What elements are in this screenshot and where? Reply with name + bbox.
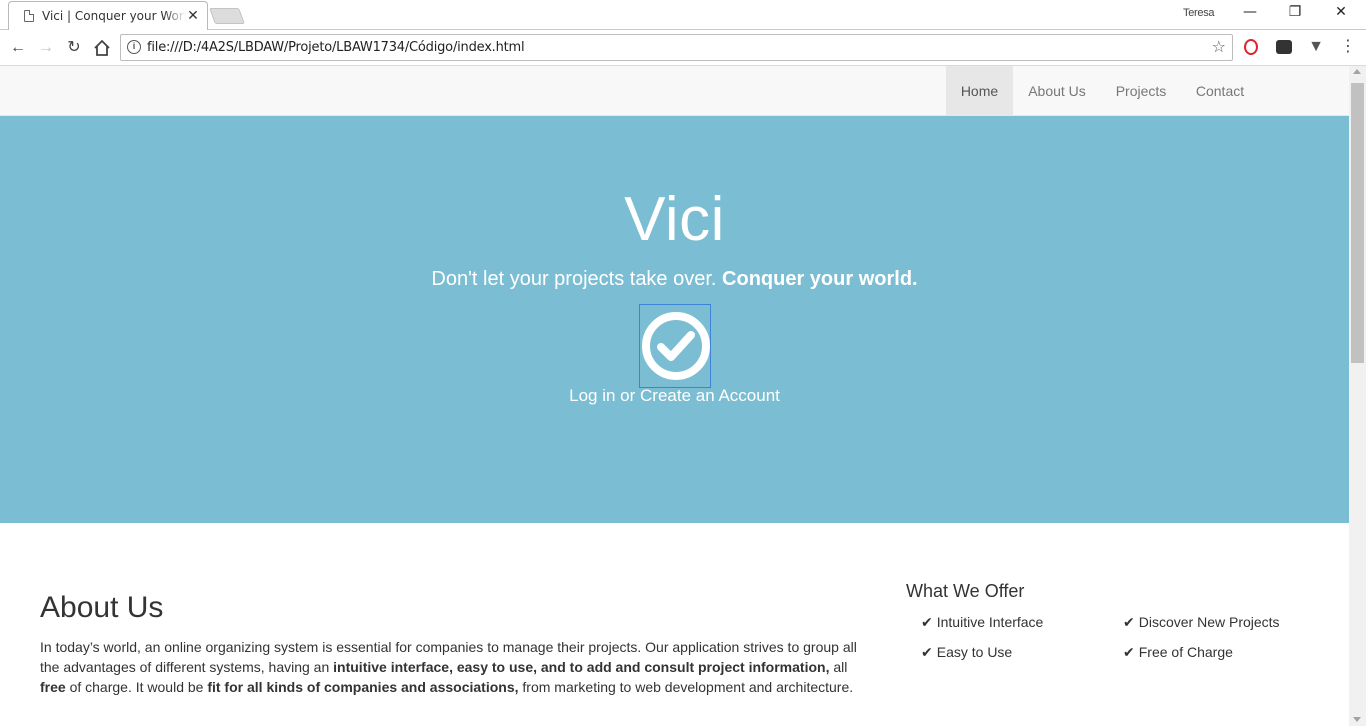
check-icon: ✔	[921, 644, 933, 660]
star-icon[interactable]: ☆	[1212, 37, 1226, 57]
hero-title: Vici	[624, 185, 725, 254]
browser-toolbar: ← → ↻ i file:///D:/4A2S/LBDAW/Projeto/LB…	[0, 30, 1366, 66]
vivaldi-icon[interactable]: ▼	[1307, 38, 1325, 56]
tab-title: Vici | Conquer your World	[42, 8, 186, 23]
restore-icon[interactable]: ❐	[1283, 4, 1307, 24]
offer-item: ✔ Easy to Use	[921, 644, 1012, 661]
about-section: About Us In today’s world, an online org…	[40, 591, 870, 697]
nav-projects[interactable]: Projects	[1101, 66, 1181, 116]
tab-close-icon[interactable]: ✕	[186, 7, 200, 24]
hero-subtitle: Don't let your projects take over. Conqu…	[0, 268, 1349, 291]
back-icon[interactable]: ←	[6, 36, 30, 60]
offer-item: ✔ Discover New Projects	[1123, 614, 1280, 631]
offer-heading: What We Offer	[906, 581, 1025, 601]
offer-item-label: Discover New Projects	[1138, 614, 1280, 630]
about-heading: About Us	[40, 591, 164, 624]
menu-icon[interactable]: ⋮	[1339, 38, 1357, 56]
browser-tab[interactable]: Vici | Conquer your World ✕	[8, 1, 208, 30]
offer-item: ✔ Free of Charge	[1123, 644, 1233, 661]
address-bar[interactable]: i file:///D:/4A2S/LBDAW/Projeto/LBAW1734…	[120, 34, 1233, 61]
opera-icon[interactable]	[1244, 39, 1258, 55]
nav-about-us[interactable]: About Us	[1013, 66, 1101, 116]
about-text: all	[829, 659, 848, 675]
close-window-icon[interactable]: ✕	[1329, 4, 1353, 24]
about-text: of charge. It would be	[65, 679, 208, 695]
extension-icon[interactable]	[1276, 40, 1292, 54]
offer-item: ✔ Intuitive Interface	[921, 614, 1043, 631]
hero-subtitle-bold: Conquer your world.	[722, 268, 918, 290]
offer-item-label: Intuitive Interface	[936, 614, 1044, 630]
about-paragraph: In today’s world, an online organizing s…	[40, 637, 870, 697]
about-bold-text: free	[40, 679, 66, 695]
new-tab-button[interactable]	[209, 8, 245, 24]
check-icon: ✔	[1123, 644, 1135, 660]
url-text: file:///D:/4A2S/LBDAW/Projeto/LBAW1734/C…	[147, 40, 525, 55]
page-viewport: Home About Us Projects Contact Vici Don'…	[0, 66, 1349, 726]
scroll-down-arrow-icon[interactable]	[1353, 717, 1361, 722]
check-icon: ✔	[921, 614, 933, 630]
forward-icon[interactable]: →	[34, 36, 58, 60]
page-scrollbar[interactable]	[1349, 66, 1366, 726]
profile-name[interactable]: Teresa	[1183, 7, 1215, 19]
site-navbar: Home About Us Projects Contact	[0, 66, 1349, 116]
nav-home[interactable]: Home	[946, 66, 1013, 116]
nav-contact[interactable]: Contact	[1181, 66, 1259, 116]
hero-section: Vici Don't let your projects take over. …	[0, 116, 1349, 523]
minimize-icon[interactable]: —	[1238, 4, 1262, 24]
info-icon[interactable]: i	[127, 40, 141, 54]
reload-icon[interactable]: ↻	[62, 36, 86, 60]
check-circle-icon[interactable]	[639, 304, 711, 388]
page-icon	[24, 9, 34, 22]
check-icon: ✔	[1123, 614, 1135, 630]
offer-item-label: Easy to Use	[936, 644, 1013, 660]
offer-item-label: Free of Charge	[1138, 644, 1233, 660]
about-text: from marketing to web development and ar…	[518, 679, 854, 695]
login-create-account-link[interactable]: Log in or Create an Account	[0, 386, 1349, 406]
home-icon[interactable]	[90, 36, 114, 60]
hero-subtitle-plain: Don't let your projects take over.	[431, 268, 723, 290]
about-bold-text: fit for all kinds of companies and assoc…	[207, 679, 519, 695]
scroll-up-arrow-icon[interactable]	[1353, 69, 1361, 74]
about-bold-text: intuitive interface, easy to use, and to…	[333, 659, 830, 675]
offer-section: What We Offer ✔ Intuitive Interface ✔ Disc…	[906, 581, 1326, 660]
scroll-thumb[interactable]	[1351, 83, 1364, 363]
